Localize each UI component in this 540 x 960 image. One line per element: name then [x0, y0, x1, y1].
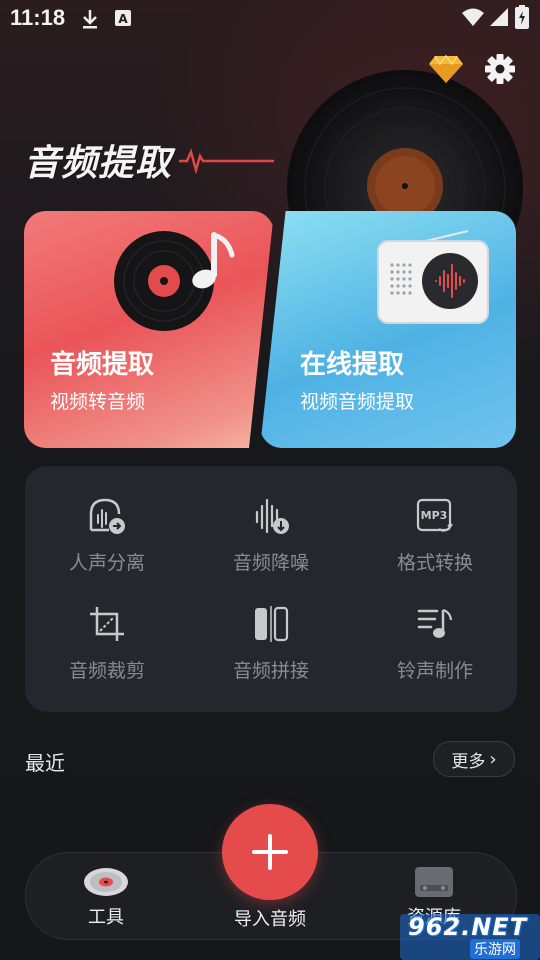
ringtone-icon — [417, 608, 453, 638]
svg-text:MP3: MP3 — [421, 509, 448, 522]
tool-vocal-separation[interactable]: 人声分离 — [25, 466, 189, 576]
vinyl-music-note-icon — [114, 231, 235, 331]
format-convert-icon: MP3 — [416, 498, 453, 532]
more-button[interactable]: 更多 › — [433, 741, 515, 777]
audio-extract-card[interactable]: 音频提取 视频转音频 — [24, 211, 274, 448]
status-time: 11:18 — [10, 5, 66, 30]
online-extract-title: 在线提取 — [300, 350, 405, 380]
wifi-icon — [462, 8, 484, 26]
plus-icon — [252, 834, 288, 870]
radio-icon — [377, 230, 489, 324]
audio-extract-subtitle: 视频转音频 — [50, 391, 146, 413]
nav-tools-label: 工具 — [88, 907, 124, 928]
audio-extract-title: 音频提取 — [50, 350, 155, 380]
more-button-label: 更多 — [451, 751, 486, 772]
download-icon — [83, 10, 97, 29]
notification-a-icon: A — [115, 10, 131, 26]
app-screen: 11:18 A 音频提取 音频提取 视频转音频 在线提取 视频音频提取 人声分离… — [0, 0, 540, 960]
pulse-line-icon — [179, 148, 274, 174]
tool-label: 音频降噪 — [232, 552, 309, 574]
tool-label: 音频拼接 — [232, 660, 309, 682]
chevron-right-icon: › — [489, 748, 497, 770]
online-extract-subtitle: 视频音频提取 — [300, 391, 415, 413]
import-audio-label: 导入音频 — [234, 909, 306, 930]
import-audio-button[interactable] — [222, 804, 318, 900]
online-extract-card[interactable]: 在线提取 视频音频提取 — [260, 211, 516, 448]
signal-icon — [490, 8, 508, 26]
tool-crop[interactable]: 音频裁剪 — [25, 574, 189, 684]
page-title-area: 音频提取 — [24, 134, 274, 184]
diamond-icon[interactable] — [428, 54, 464, 84]
tool-label: 人声分离 — [68, 552, 145, 574]
recent-section-title: 最近 — [25, 751, 65, 775]
merge-icon — [255, 606, 289, 642]
noise-reduction-icon — [255, 498, 289, 534]
library-icon — [415, 867, 453, 897]
tool-label: 铃声制作 — [396, 660, 473, 682]
watermark-sub: 乐游网 — [470, 939, 520, 959]
svg-text:A: A — [118, 12, 128, 26]
battery-icon — [515, 5, 529, 29]
nav-tools[interactable]: 工具 — [78, 865, 134, 929]
tools-panel: 人声分离 音频降噪 MP3 格式转换 音频裁剪 音频拼接 铃声制作 — [25, 466, 517, 712]
tool-label: 格式转换 — [396, 552, 473, 574]
tool-format-convert[interactable]: MP3 格式转换 — [353, 466, 517, 576]
vocal-separation-icon — [89, 498, 125, 534]
tool-ringtone[interactable]: 铃声制作 — [353, 574, 517, 684]
watermark-brand: 962.NET — [408, 913, 528, 941]
tool-label: 音频裁剪 — [68, 660, 145, 682]
settings-icon[interactable] — [483, 52, 517, 86]
crop-icon — [90, 607, 124, 641]
tool-merge[interactable]: 音频拼接 — [189, 574, 353, 684]
disc-icon — [84, 868, 128, 896]
status-bar: 11:18 A — [0, 0, 540, 36]
tool-noise-reduction[interactable]: 音频降噪 — [189, 466, 353, 576]
page-title: 音频提取 — [24, 143, 173, 184]
